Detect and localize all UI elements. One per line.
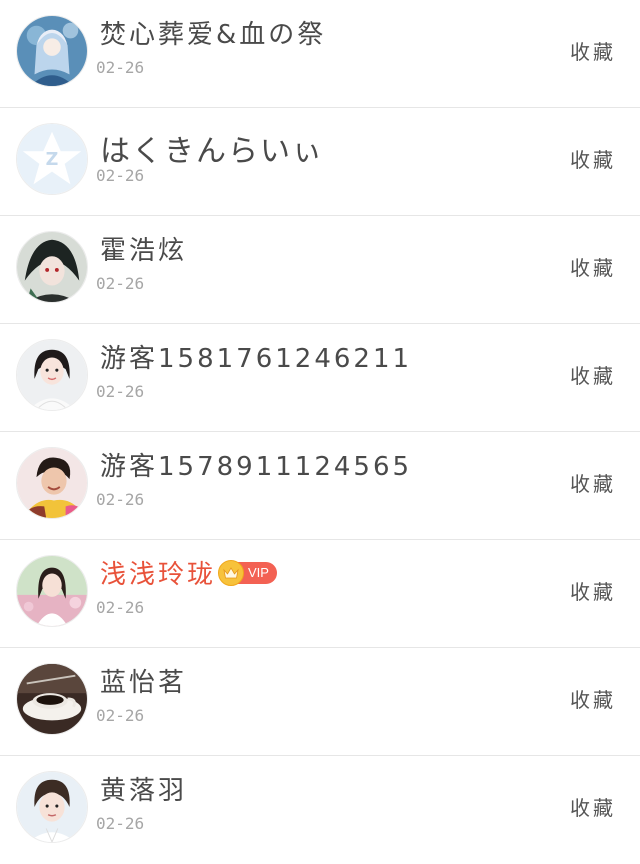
post-date: 02-26 bbox=[96, 706, 145, 725]
list-item[interactable]: 黄落羽 02-26 收藏 bbox=[0, 756, 640, 864]
favorite-button[interactable]: 收藏 bbox=[570, 144, 616, 173]
user-name: 游客1581761246211 bbox=[100, 344, 413, 374]
favorite-button[interactable]: 收藏 bbox=[570, 36, 616, 65]
avatar[interactable]: Z bbox=[16, 123, 88, 195]
avatar[interactable] bbox=[16, 663, 88, 735]
avatar[interactable] bbox=[16, 15, 88, 87]
post-date: 02-26 bbox=[96, 166, 145, 185]
favorite-button[interactable]: 收藏 bbox=[570, 684, 616, 713]
list-item[interactable]: 游客1578911124565 02-26 收藏 bbox=[0, 432, 640, 540]
user-name-text: 浅浅玲珑 bbox=[100, 560, 217, 590]
list-item[interactable]: 霍浩炫 02-26 收藏 bbox=[0, 216, 640, 324]
user-name: 浅浅玲珑 VIP bbox=[100, 554, 277, 591]
user-name: 游客1578911124565 bbox=[100, 452, 413, 482]
avatar[interactable] bbox=[16, 447, 88, 519]
post-date: 02-26 bbox=[96, 490, 145, 509]
post-date: 02-26 bbox=[96, 814, 145, 833]
favorite-button[interactable]: 收藏 bbox=[570, 576, 616, 605]
list-item[interactable]: 游客1581761246211 02-26 收藏 bbox=[0, 324, 640, 432]
vip-badge[interactable]: VIP bbox=[218, 559, 277, 586]
post-date: 02-26 bbox=[96, 58, 145, 77]
post-date: 02-26 bbox=[96, 274, 145, 293]
user-name: 黄落羽 bbox=[100, 776, 188, 806]
favorite-button[interactable]: 收藏 bbox=[570, 252, 616, 281]
list-item[interactable]: 蓝怡茗 02-26 收藏 bbox=[0, 648, 640, 756]
crown-icon bbox=[218, 559, 245, 586]
user-list: 焚心葬爱&血の祭 02-26 收藏 Z はくきんらいぃ 02-26 收藏 霍浩炫… bbox=[0, 0, 640, 864]
user-name: 霍浩炫 bbox=[100, 236, 188, 266]
avatar[interactable] bbox=[16, 555, 88, 627]
list-item[interactable]: 焚心葬爱&血の祭 02-26 收藏 bbox=[0, 0, 640, 108]
post-date: 02-26 bbox=[96, 382, 145, 401]
user-name: 焚心葬爱&血の祭 bbox=[100, 20, 327, 50]
user-name: はくきんらいぃ bbox=[100, 134, 324, 169]
avatar[interactable] bbox=[16, 339, 88, 411]
avatar[interactable] bbox=[16, 231, 88, 303]
post-date: 02-26 bbox=[96, 598, 145, 617]
favorite-button[interactable]: 收藏 bbox=[570, 360, 616, 389]
favorite-button[interactable]: 收藏 bbox=[570, 468, 616, 497]
svg-text:Z: Z bbox=[46, 150, 59, 170]
user-name: 蓝怡茗 bbox=[100, 668, 188, 698]
list-item[interactable]: Z はくきんらいぃ 02-26 收藏 bbox=[0, 108, 640, 216]
list-item[interactable]: 浅浅玲珑 VIP 02-26 收藏 bbox=[0, 540, 640, 648]
favorite-button[interactable]: 收藏 bbox=[570, 792, 616, 821]
avatar[interactable] bbox=[16, 771, 88, 843]
